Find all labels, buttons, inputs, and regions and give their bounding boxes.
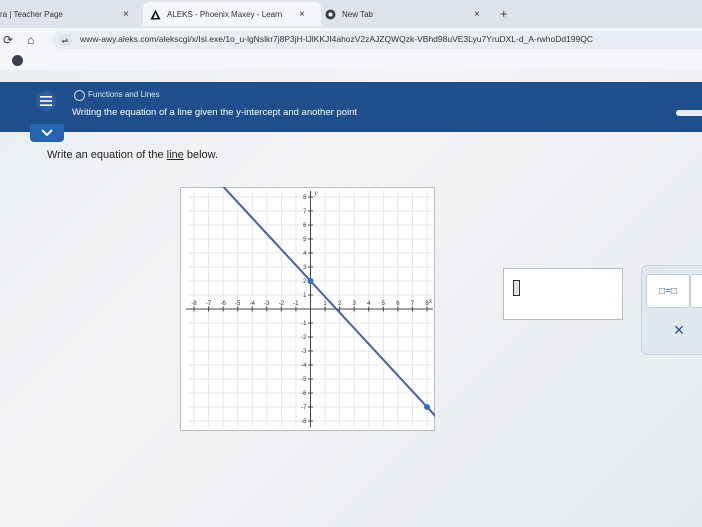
y-tick-label: -6 — [301, 391, 307, 397]
close-icon[interactable]: × — [474, 9, 480, 20]
x-tick-label: -7 — [206, 301, 212, 307]
collapse-header-button[interactable] — [30, 124, 64, 142]
x-tick-label: -6 — [220, 301, 226, 307]
y-tick-label: -3 — [301, 349, 307, 355]
y-tick-label: -2 — [301, 335, 307, 341]
coordinate-graph: -8 -7 -6 -5 -4 -3 -2 -1 1 2 3 4 5 6 7 887654321-1-2-3-4… — [180, 187, 435, 431]
tab-aleks[interactable]: ALEKS - Phoenix Maxey - Learn × — [143, 2, 321, 26]
tab-new-tab[interactable]: New Tab × — [324, 2, 494, 26]
home-icon[interactable]: ⌂ — [27, 33, 34, 47]
plotted-point — [307, 278, 314, 284]
topic-title: Functions and Lines — [88, 90, 160, 99]
tab-label: ALEKS - Phoenix Maxey - Learn — [167, 9, 283, 19]
x-tick-label: -4 — [250, 301, 256, 307]
chrome-icon — [324, 8, 336, 20]
hamburger-icon — [40, 96, 52, 106]
x-tick-label: -2 — [279, 301, 285, 307]
y-tick-label: -5 — [301, 377, 307, 383]
equation-template-button[interactable]: □=□ — [646, 274, 690, 308]
problem-prompt: Write an equation of the line below. — [47, 149, 218, 161]
math-tools-panel: □=□ × — [641, 265, 702, 355]
browser-tab-strip: ra | Teacher Page × ALEKS - Phoenix Maxe… — [0, 0, 702, 28]
new-tab-button[interactable]: + — [500, 6, 508, 21]
tab-label: ra | Teacher Page — [0, 9, 63, 19]
x-tick-label: -8 — [191, 301, 197, 307]
lesson-subtitle: Writing the equation of a line given the… — [72, 107, 358, 118]
x-tick-label: -3 — [264, 301, 270, 307]
y-tick-label: -7 — [301, 405, 307, 411]
x-tick-label: -5 — [235, 301, 241, 307]
address-bar-row: ⟳ ⌂ ⇌ www-awy.aleks.com/alekscgi/x/Isl.e… — [0, 28, 702, 52]
clear-button[interactable]: × — [646, 314, 702, 346]
prompt-text: below. — [183, 149, 219, 161]
prompt-text: Write an equation of the — [47, 149, 167, 161]
tab-label: New Tab — [342, 9, 373, 19]
input-cursor — [513, 280, 520, 296]
menu-button[interactable] — [36, 91, 56, 111]
x-tick-label: -1 — [293, 301, 299, 307]
close-icon[interactable]: × — [123, 9, 129, 20]
bookmarks-bar — [0, 52, 702, 70]
aleks-topic-header: Functions and Lines Writing the equation… — [0, 82, 702, 132]
tab-teacher-page[interactable]: ra | Teacher Page × — [0, 2, 140, 26]
progress-bar — [676, 110, 702, 116]
bookmark-icon[interactable] — [12, 55, 23, 66]
extra-tool-button[interactable] — [690, 274, 702, 308]
y-tick-label: -8 — [301, 419, 307, 425]
address-bar[interactable]: ⇌ www-awy.aleks.com/alekscgi/x/Isl.exe/1… — [52, 31, 702, 49]
topic-progress-icon — [74, 90, 85, 101]
glossary-link-line[interactable]: line — [167, 149, 184, 161]
chevron-down-icon — [41, 129, 53, 137]
url-text[interactable]: www-awy.aleks.com/alekscgi/x/Isl.exe/1o_… — [80, 34, 593, 44]
close-icon[interactable]: × — [299, 9, 305, 20]
y-tick-label: -1 — [301, 321, 307, 327]
aleks-logo-icon — [149, 8, 161, 20]
site-info-icon[interactable]: ⇌ — [58, 34, 72, 46]
y-tick-label: -4 — [301, 363, 307, 369]
reload-icon[interactable]: ⟳ — [3, 33, 13, 47]
answer-input[interactable] — [503, 268, 623, 320]
plotted-point — [424, 404, 430, 410]
